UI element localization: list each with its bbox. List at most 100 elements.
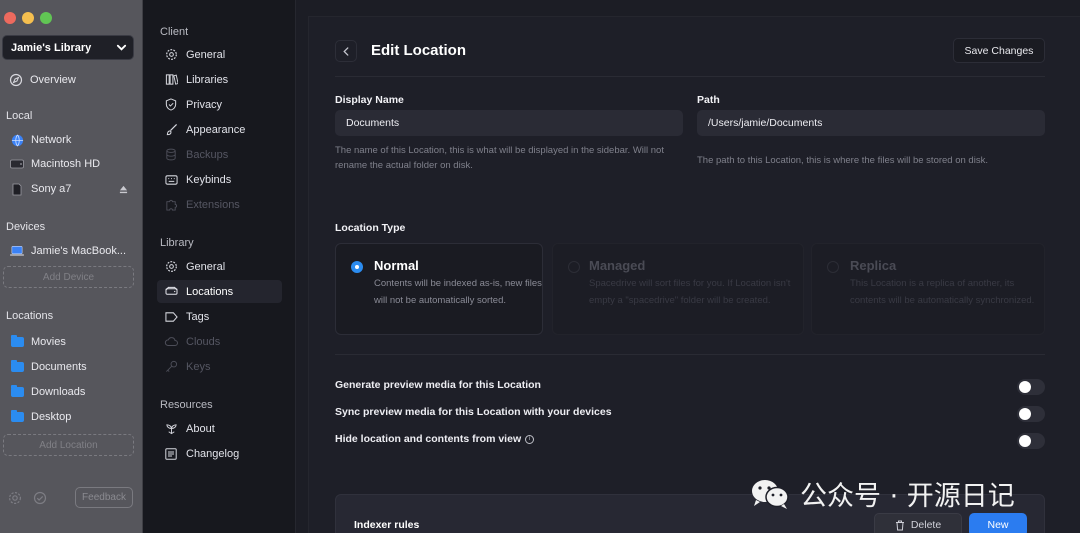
path-input[interactable]: /Users/jamie/Documents bbox=[697, 110, 1045, 136]
cloud-icon bbox=[164, 335, 178, 349]
window-minimize-button[interactable] bbox=[22, 12, 34, 24]
nav-library-keys: Keys bbox=[157, 355, 282, 378]
sidebar-item-label: Downloads bbox=[31, 386, 86, 398]
nav-library-clouds: Clouds bbox=[157, 330, 282, 353]
paintbrush-icon bbox=[164, 123, 178, 137]
watermark-text: 公众号 · 开源日记 bbox=[800, 481, 1015, 512]
path-label: Path bbox=[697, 94, 720, 106]
toggle-label-text: Hide location and contents from view bbox=[335, 433, 522, 445]
indexer-rules-title: Indexer rules bbox=[354, 519, 420, 531]
chevron-left-icon bbox=[343, 46, 349, 56]
toggle-label-hide-location: Hide location and contents from view i bbox=[335, 433, 535, 445]
nav-client-general[interactable]: General bbox=[157, 43, 282, 66]
add-device-button[interactable]: Add Device bbox=[3, 266, 134, 288]
sidebar-item-device[interactable]: Jamie's MacBook... bbox=[10, 242, 126, 260]
location-type-desc: This Location is a replica of another, i… bbox=[850, 278, 1035, 306]
window-close-button[interactable] bbox=[4, 12, 16, 24]
keyboard-icon bbox=[164, 173, 178, 187]
toggle-hide-location[interactable] bbox=[1017, 433, 1045, 449]
nav-resources-changelog[interactable]: Changelog bbox=[157, 442, 282, 465]
globe-icon bbox=[10, 133, 24, 147]
toggle-sync-preview[interactable] bbox=[1017, 406, 1045, 422]
save-changes-button[interactable]: Save Changes bbox=[953, 38, 1045, 63]
title-divider bbox=[335, 76, 1045, 77]
folder-icon bbox=[10, 360, 24, 374]
radio-managed bbox=[568, 261, 580, 273]
nav-client-appearance[interactable]: Appearance bbox=[157, 118, 282, 141]
client-heading: Client bbox=[160, 26, 189, 38]
settings-nav: Client General Libraries Privacy Appeara… bbox=[143, 0, 296, 533]
add-location-button[interactable]: Add Location bbox=[3, 434, 134, 456]
new-rule-button[interactable]: New bbox=[969, 513, 1027, 533]
tag-icon bbox=[164, 310, 178, 324]
nav-library-general[interactable]: General bbox=[157, 255, 282, 278]
toggle-label-text: Generate preview media for this Location bbox=[335, 379, 541, 391]
location-type-label: Location Type bbox=[335, 222, 406, 234]
sd-card-icon bbox=[10, 182, 24, 196]
sidebar-item-macintosh-hd[interactable]: Macintosh HD bbox=[10, 155, 100, 173]
sidebar-item-label: Overview bbox=[30, 74, 76, 86]
puzzle-icon bbox=[164, 198, 178, 212]
eject-icon[interactable] bbox=[119, 185, 128, 194]
nav-client-libraries[interactable]: Libraries bbox=[157, 68, 282, 91]
key-icon bbox=[164, 360, 178, 374]
location-type-name: Normal bbox=[374, 258, 419, 273]
sidebar-location-desktop[interactable]: Desktop bbox=[10, 408, 71, 426]
sidebar-item-label: Desktop bbox=[31, 411, 72, 423]
flower-icon bbox=[164, 422, 178, 436]
location-type-managed-card: Managed Spacedrive will sort files for y… bbox=[552, 243, 804, 335]
library-selector[interactable]: Jamie's Library bbox=[2, 35, 134, 60]
radio-normal[interactable] bbox=[351, 261, 363, 273]
toggle-label-generate-preview: Generate preview media for this Location bbox=[335, 379, 541, 391]
info-icon[interactable]: i bbox=[525, 434, 535, 444]
nav-client-privacy[interactable]: Privacy bbox=[157, 93, 282, 116]
display-name-input[interactable]: Documents bbox=[335, 110, 683, 136]
section-divider bbox=[335, 354, 1045, 355]
wechat-logo-icon bbox=[750, 478, 790, 510]
folder-icon bbox=[10, 335, 24, 349]
location-type-normal-card[interactable]: Normal Contents will be indexed as-is, n… bbox=[335, 243, 543, 335]
back-button[interactable] bbox=[335, 40, 357, 62]
delete-label: Delete bbox=[910, 519, 942, 531]
sidebar-item-label: Movies bbox=[31, 336, 66, 348]
nav-client-keybinds[interactable]: Keybinds bbox=[157, 168, 282, 191]
nav-item-label: Tags bbox=[186, 310, 210, 323]
sidebar-location-movies[interactable]: Movies bbox=[10, 333, 66, 351]
nav-item-label: Backups bbox=[186, 148, 229, 161]
sidebar-location-documents[interactable]: Documents bbox=[10, 358, 87, 376]
folder-icon bbox=[10, 410, 24, 424]
nav-client-backups: Backups bbox=[157, 143, 282, 166]
nav-item-label: Keybinds bbox=[186, 173, 232, 186]
nav-item-label: General bbox=[186, 260, 226, 273]
sidebar-location-downloads[interactable]: Downloads bbox=[10, 383, 85, 401]
watermark: 公众号 · 开源日记 bbox=[750, 474, 1015, 513]
location-type-desc: Spacedrive will sort files for you. If L… bbox=[589, 278, 791, 306]
page-title: Edit Location bbox=[371, 42, 466, 59]
window-zoom-button[interactable] bbox=[40, 12, 52, 24]
chevron-down-icon bbox=[116, 44, 127, 51]
hard-drive-icon bbox=[164, 285, 178, 299]
sidebar-item-overview[interactable]: Overview bbox=[9, 71, 76, 89]
delete-rule-button[interactable]: Delete bbox=[874, 513, 962, 533]
feedback-button[interactable]: Feedback bbox=[75, 487, 133, 508]
nav-library-tags[interactable]: Tags bbox=[157, 305, 282, 328]
settings-gear-icon[interactable] bbox=[8, 491, 22, 510]
nav-item-label: Appearance bbox=[186, 123, 246, 136]
nav-item-label: Locations bbox=[186, 285, 234, 298]
nav-library-locations[interactable]: Locations bbox=[157, 280, 282, 303]
display-name-label: Display Name bbox=[335, 94, 404, 106]
gear-icon bbox=[164, 48, 178, 62]
nav-client-extensions: Extensions bbox=[157, 193, 282, 216]
nav-resources-about[interactable]: About bbox=[157, 417, 282, 440]
toggle-generate-preview[interactable] bbox=[1017, 379, 1045, 395]
locations-heading: Locations bbox=[6, 310, 54, 322]
sidebar-item-network[interactable]: Network bbox=[10, 131, 71, 149]
sync-check-icon[interactable] bbox=[33, 491, 47, 510]
shield-icon bbox=[164, 98, 178, 112]
radio-replica bbox=[827, 261, 839, 273]
sidebar-item-label: Macintosh HD bbox=[31, 158, 101, 170]
display-name-help: The name of this Location, this is what … bbox=[335, 145, 664, 171]
sidebar-item-sony-a7[interactable]: Sony a7 bbox=[10, 180, 128, 198]
drive-icon bbox=[10, 157, 24, 171]
path-help: The path to this Location, this is where… bbox=[697, 155, 988, 166]
